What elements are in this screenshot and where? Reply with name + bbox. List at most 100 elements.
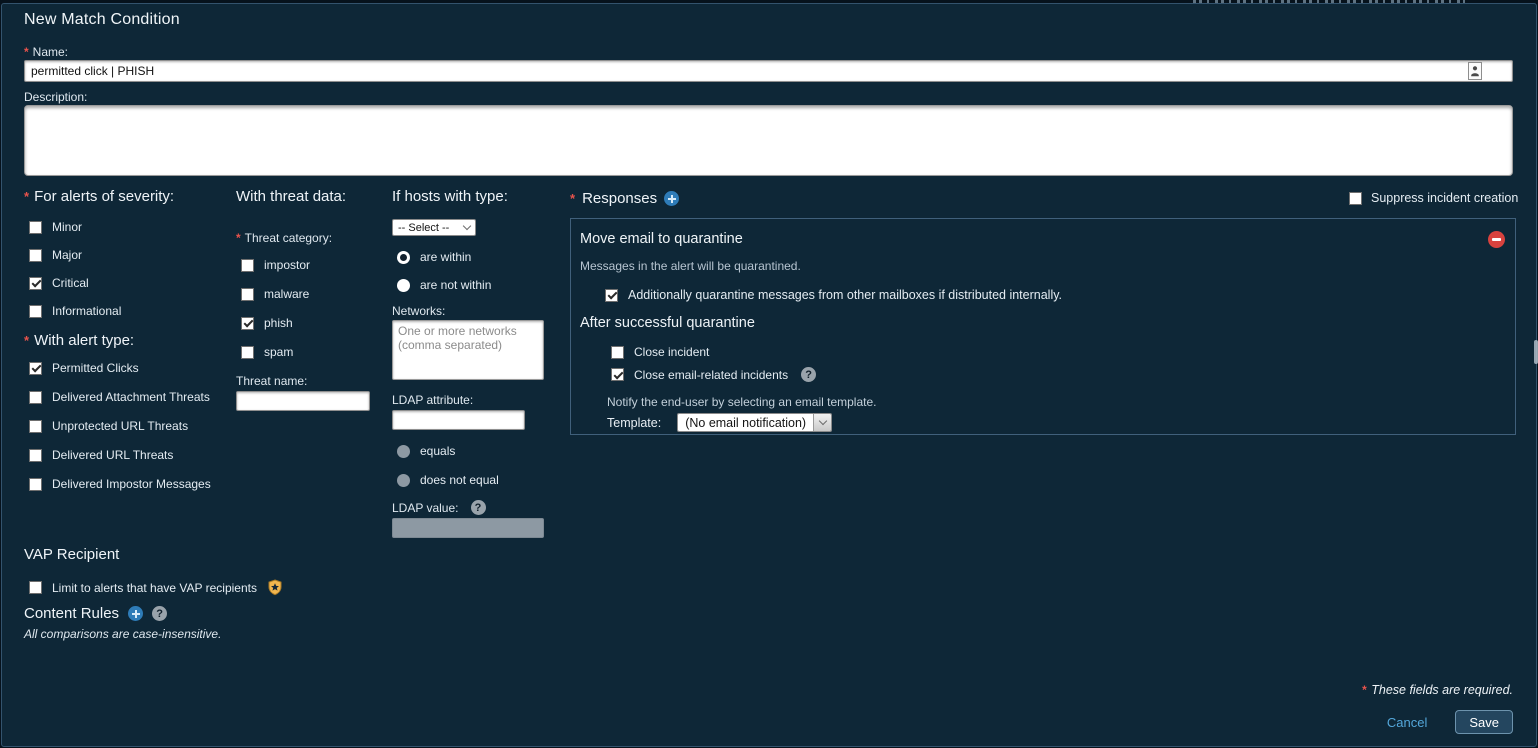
radio-label: does not equal xyxy=(420,473,499,487)
checkbox[interactable] xyxy=(611,346,624,359)
responses-heading-row: * Responses xyxy=(570,190,679,207)
networks-label: Networks: xyxy=(392,304,445,318)
host-type-select[interactable]: -- Select -- xyxy=(392,219,476,236)
checkbox[interactable] xyxy=(29,362,42,375)
radio[interactable] xyxy=(397,251,410,264)
checkbox-delivered-url-threats[interactable]: Delivered URL Threats xyxy=(29,448,234,462)
checkbox[interactable] xyxy=(29,420,42,433)
threat-name-label-row: Threat name: xyxy=(236,374,391,388)
hosts-heading-text: If hosts with type: xyxy=(392,188,508,205)
checkbox-label: Limit to alerts that have VAP recipients xyxy=(52,581,257,595)
required-note-text: These fields are required. xyxy=(1371,683,1513,697)
checkbox-phish[interactable]: phish xyxy=(241,316,391,330)
checkbox-close-incident[interactable]: Close incident xyxy=(611,345,1505,359)
radio-label: are within xyxy=(420,250,471,264)
checkbox-close-email-related[interactable]: Close email-related incidents ? xyxy=(611,367,1505,382)
checkbox[interactable] xyxy=(29,277,42,290)
save-button[interactable]: Save xyxy=(1455,710,1513,734)
radio-does-not-equal[interactable]: does not equal xyxy=(397,473,552,487)
radio[interactable] xyxy=(397,279,410,292)
checkbox[interactable] xyxy=(29,249,42,262)
checkbox-delivered-impostor-messages[interactable]: Delivered Impostor Messages xyxy=(29,477,234,491)
networks-textarea[interactable] xyxy=(392,320,544,380)
ldap-value-help-icon[interactable]: ? xyxy=(471,500,486,515)
radio[interactable] xyxy=(397,474,410,487)
threat-data-heading-text: With threat data: xyxy=(236,188,346,205)
scrollbar-thumb[interactable] xyxy=(1534,340,1538,364)
add-content-rule-icon[interactable] xyxy=(128,606,143,621)
description-textarea[interactable] xyxy=(24,105,1513,176)
checkbox-suppress-incident-creation[interactable]: Suppress incident creation xyxy=(1349,191,1518,205)
checkbox-minor[interactable]: Minor xyxy=(29,220,234,234)
description-label: Description: xyxy=(24,90,87,104)
radio-equals[interactable]: equals xyxy=(397,444,552,458)
content-rules-help-icon[interactable]: ? xyxy=(152,606,167,621)
required-asterisk: * xyxy=(1362,683,1367,697)
name-input[interactable] xyxy=(24,60,1513,82)
vap-heading-text: VAP Recipient xyxy=(24,546,119,563)
checkbox[interactable] xyxy=(241,288,254,301)
radio-are-not-within[interactable]: are not within xyxy=(397,278,552,292)
checkbox[interactable] xyxy=(605,289,618,302)
required-asterisk: * xyxy=(24,333,29,348)
content-rules-heading-row: Content Rules ? xyxy=(24,605,221,622)
ldap-attribute-input[interactable] xyxy=(392,410,525,430)
checkbox[interactable] xyxy=(611,368,624,381)
vap-shield-icon xyxy=(267,579,283,596)
notify-text: Notify the end-user by selecting an emai… xyxy=(607,395,1505,409)
ldap-attribute-label: LDAP attribute: xyxy=(392,393,473,407)
add-response-icon[interactable] xyxy=(664,191,679,206)
checkbox-unprotected-url-threats[interactable]: Unprotected URL Threats xyxy=(29,419,234,433)
threat-name-input[interactable] xyxy=(236,391,370,411)
radio-are-within[interactable]: are within xyxy=(397,250,552,264)
checkbox[interactable] xyxy=(241,346,254,359)
checkbox[interactable] xyxy=(1349,192,1362,205)
hosts-section: If hosts with type: -- Select -- are wit… xyxy=(392,188,552,538)
radio[interactable] xyxy=(397,445,410,458)
severity-heading: * For alerts of severity: xyxy=(24,188,234,205)
checkbox-major[interactable]: Major xyxy=(29,248,234,262)
checkbox-label: spam xyxy=(264,345,293,359)
checkbox-spam[interactable]: spam xyxy=(241,345,391,359)
checkbox[interactable] xyxy=(29,305,42,318)
checkbox-vap-limit[interactable]: Limit to alerts that have VAP recipients xyxy=(29,579,283,596)
ldap-attribute-label-row: LDAP attribute: xyxy=(392,393,552,407)
checkbox-malware[interactable]: malware xyxy=(241,287,391,301)
template-select[interactable]: (No email notification) xyxy=(677,413,832,432)
name-label-row: * Name: xyxy=(24,45,68,59)
checkbox-label: phish xyxy=(264,316,293,330)
checkbox-impostor[interactable]: impostor xyxy=(241,258,391,272)
checkbox-delivered-attachment-threats[interactable]: Delivered Attachment Threats xyxy=(29,390,234,404)
vap-heading: VAP Recipient xyxy=(24,546,283,563)
page-title: New Match Condition xyxy=(24,11,180,29)
required-asterisk: * xyxy=(24,45,29,59)
hosts-heading: If hosts with type: xyxy=(392,188,552,205)
checkbox[interactable] xyxy=(241,317,254,330)
checkbox-critical[interactable]: Critical xyxy=(29,276,234,290)
severity-section: * For alerts of severity: Minor Major Cr… xyxy=(24,188,234,506)
checkbox[interactable] xyxy=(29,449,42,462)
checkbox-additionally-quarantine[interactable]: Additionally quarantine messages from ot… xyxy=(605,288,1505,302)
response-description: Messages in the alert will be quarantine… xyxy=(580,259,1505,273)
vap-section: VAP Recipient Limit to alerts that have … xyxy=(24,546,283,610)
ldap-value-label-row: LDAP value: ? xyxy=(392,500,552,515)
response-title: Move email to quarantine xyxy=(580,231,743,247)
checkbox-permitted-clicks[interactable]: Permitted Clicks xyxy=(29,361,234,375)
autofill-icon[interactable] xyxy=(1468,62,1482,80)
networks-label-row: Networks: xyxy=(392,304,552,318)
ldap-value-label: LDAP value: xyxy=(392,501,459,515)
checkbox-label: Suppress incident creation xyxy=(1371,191,1518,205)
response-quarantine-card: Move email to quarantine Messages in the… xyxy=(570,218,1516,435)
radio-label: are not within xyxy=(420,278,491,292)
checkbox-informational[interactable]: Informational xyxy=(29,304,234,318)
close-email-help-icon[interactable]: ? xyxy=(801,367,816,382)
checkbox[interactable] xyxy=(29,581,42,594)
checkbox-label: Minor xyxy=(52,220,82,234)
checkbox[interactable] xyxy=(29,221,42,234)
checkbox[interactable] xyxy=(29,391,42,404)
checkbox[interactable] xyxy=(29,478,42,491)
checkbox[interactable] xyxy=(241,259,254,272)
remove-response-icon[interactable] xyxy=(1488,231,1505,248)
content-rules-note: All comparisons are case-insensitive. xyxy=(24,627,221,641)
cancel-button[interactable]: Cancel xyxy=(1387,715,1427,730)
